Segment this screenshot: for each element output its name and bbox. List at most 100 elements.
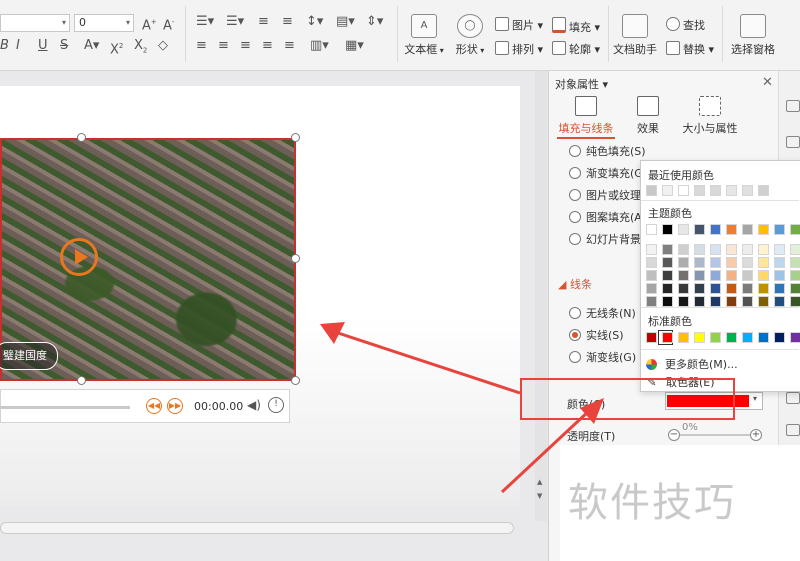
theme-shade-swatch[interactable]	[710, 257, 721, 268]
theme-shade-swatch[interactable]	[742, 296, 753, 307]
shape-button[interactable]: ◯ 形状 ▾	[452, 14, 488, 57]
theme-shade-swatch[interactable]	[758, 296, 769, 307]
resize-handle-bottom-right[interactable]	[291, 376, 300, 385]
theme-shade-swatch[interactable]	[678, 283, 689, 294]
theme-shade-swatch[interactable]	[646, 283, 657, 294]
picture-icon[interactable]	[786, 392, 800, 404]
theme-shade-swatch[interactable]	[726, 270, 737, 281]
play-icon[interactable]	[60, 238, 98, 276]
align-left-icon[interactable]: ≡	[196, 38, 207, 54]
theme-shade-swatch[interactable]	[790, 270, 800, 281]
increase-indent-icon[interactable]: ≡	[282, 14, 293, 30]
theme-color-swatch[interactable]	[646, 224, 657, 235]
close-icon[interactable]: ✕	[762, 75, 773, 90]
decrease-indent-icon[interactable]: ≡	[258, 14, 269, 30]
theme-shade-swatch[interactable]	[790, 296, 800, 307]
distribute-icon[interactable]: ≡	[284, 38, 295, 54]
subscript-icon[interactable]: X2	[134, 38, 147, 59]
theme-color-swatch[interactable]	[694, 224, 705, 235]
property-icon[interactable]	[786, 100, 800, 112]
textbox-button[interactable]: A 文本框 ▾	[404, 14, 444, 57]
resize-handle-bottom[interactable]	[77, 376, 86, 385]
theme-shade-swatch[interactable]	[758, 244, 769, 255]
outline-button[interactable]: 轮廓 ▾	[552, 41, 600, 57]
theme-shade-swatch[interactable]	[678, 296, 689, 307]
theme-shade-swatch[interactable]	[790, 283, 800, 294]
theme-shade-swatch[interactable]	[694, 257, 705, 268]
theme-shade-swatch[interactable]	[662, 296, 673, 307]
theme-shade-swatch[interactable]	[694, 296, 705, 307]
selection-pane-button[interactable]: 选择窗格	[728, 14, 778, 57]
rewind-icon[interactable]: ◀◀	[146, 398, 162, 414]
find-button[interactable]: 查找	[666, 17, 705, 33]
standard-color-swatch[interactable]	[774, 332, 785, 343]
theme-color-swatch[interactable]	[726, 224, 737, 235]
recent-color-swatch[interactable]	[646, 185, 657, 196]
theme-shade-swatch[interactable]	[646, 244, 657, 255]
theme-color-swatch[interactable]	[774, 224, 785, 235]
minus-icon[interactable]: −	[668, 429, 680, 441]
standard-color-swatch[interactable]	[646, 332, 657, 343]
line-section-header[interactable]: ◢ 线条	[558, 276, 592, 292]
italic-icon[interactable]: I	[16, 38, 20, 54]
theme-shade-swatch[interactable]	[726, 283, 737, 294]
theme-shade-swatch[interactable]	[646, 296, 657, 307]
recent-color-swatch[interactable]	[710, 185, 721, 196]
theme-color-swatch[interactable]	[742, 224, 753, 235]
theme-shade-swatch[interactable]	[694, 283, 705, 294]
scroll-down-icon[interactable]: ▼	[537, 492, 542, 500]
resize-handle-top-right[interactable]	[291, 133, 300, 142]
style-icon[interactable]	[786, 136, 800, 148]
theme-shade-swatch[interactable]	[774, 270, 785, 281]
theme-shade-swatch[interactable]	[662, 257, 673, 268]
theme-shade-swatch[interactable]	[726, 244, 737, 255]
smartart-icon[interactable]: ▦▾	[345, 38, 364, 54]
font-size-dropdown[interactable]: 0 ▾	[74, 14, 134, 32]
numbered-list-icon[interactable]: ☰▾	[226, 14, 244, 30]
theme-shade-swatch[interactable]	[710, 283, 721, 294]
align-right-icon[interactable]: ≡	[240, 38, 251, 54]
standard-color-swatch[interactable]	[694, 332, 705, 343]
theme-shade-swatch[interactable]	[662, 244, 673, 255]
italic-icon[interactable]: B	[0, 38, 9, 54]
theme-shade-swatch[interactable]	[790, 257, 800, 268]
theme-shade-swatch[interactable]	[742, 270, 753, 281]
theme-shade-swatch[interactable]	[694, 244, 705, 255]
underline-icon[interactable]: U	[38, 38, 48, 54]
theme-shade-swatch[interactable]	[758, 283, 769, 294]
strikethrough-icon[interactable]: S	[60, 38, 68, 54]
theme-color-swatch[interactable]	[710, 224, 721, 235]
theme-shade-swatch[interactable]	[710, 296, 721, 307]
justify-icon[interactable]: ≡	[262, 38, 273, 54]
theme-shade-swatch[interactable]	[758, 257, 769, 268]
font-shrink-icon[interactable]: A-	[163, 14, 174, 34]
plus-icon[interactable]: +	[750, 429, 762, 441]
align-center-icon[interactable]: ≡	[218, 38, 229, 54]
transparency-slider[interactable]	[680, 434, 750, 436]
radio-gradient-line[interactable]: 渐变线(G)	[569, 349, 636, 365]
radio-no-line[interactable]: 无线条(N)	[569, 305, 636, 321]
theme-shade-swatch[interactable]	[726, 296, 737, 307]
theme-color-swatch[interactable]	[678, 224, 689, 235]
standard-color-swatch[interactable]	[678, 332, 689, 343]
volume-icon[interactable]: ◀)	[247, 398, 261, 412]
text-direction-icon[interactable]: ⇕▾	[366, 14, 383, 30]
eyedropper-item[interactable]: ✎ 取色器(E)	[646, 374, 714, 390]
theme-shade-swatch[interactable]	[742, 244, 753, 255]
line-spacing-icon[interactable]: ↕▾	[306, 14, 323, 30]
fill-button[interactable]: 填充 ▾	[552, 17, 600, 35]
radio-gradient-fill[interactable]: 渐变填充(G	[569, 165, 643, 181]
document-assistant-button[interactable]: 文档助手	[612, 14, 658, 57]
standard-color-swatch[interactable]	[742, 332, 753, 343]
radio-slide-background[interactable]: 幻灯片背景	[569, 231, 641, 247]
resize-handle-top[interactable]	[77, 133, 86, 142]
replace-button[interactable]: 替换 ▾	[666, 41, 714, 57]
recent-color-swatch[interactable]	[678, 185, 689, 196]
font-grow-icon[interactable]: A+	[142, 14, 157, 34]
standard-color-swatch[interactable]	[662, 332, 673, 343]
theme-shade-swatch[interactable]	[726, 257, 737, 268]
theme-shade-swatch[interactable]	[678, 257, 689, 268]
picture-button[interactable]: 图片 ▾	[495, 17, 543, 33]
standard-color-swatch[interactable]	[790, 332, 800, 343]
progress-track[interactable]	[0, 406, 130, 409]
